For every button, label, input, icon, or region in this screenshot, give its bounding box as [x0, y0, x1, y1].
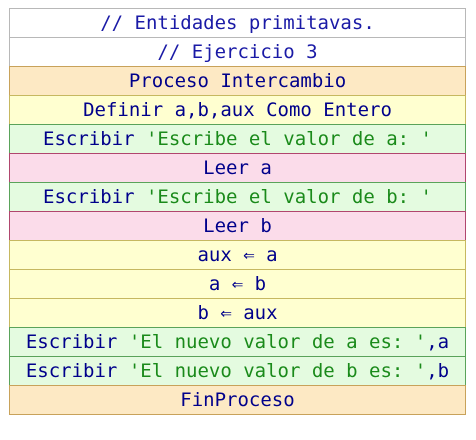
assign-block: a ⇐ b: [9, 269, 466, 299]
assign-lhs: b: [197, 302, 221, 324]
assign-block: b ⇐ aux: [9, 298, 466, 328]
comment-line: // Entidades primitavas.: [9, 8, 466, 38]
definir-block: Definir a,b,aux Como Entero: [9, 95, 466, 125]
escribir-keyword: Escribir: [25, 360, 129, 382]
assign-arrow-icon: ⇐: [231, 273, 244, 295]
assign-rhs: aux: [231, 302, 278, 324]
leer-block: Leer a: [9, 153, 466, 183]
escribir-block: Escribir 'Escribe el valor de a: ': [9, 124, 466, 154]
assign-block: aux ⇐ a: [9, 240, 466, 270]
pseudocode-flow-diagram: // Entidades primitavas. // Ejercicio 3 …: [9, 8, 466, 415]
assign-arrow-icon: ⇐: [220, 302, 232, 324]
escribir-string: 'Escribe el valor de b: ': [145, 186, 432, 208]
leer-block: Leer b: [9, 211, 466, 241]
assign-rhs: a: [254, 244, 278, 266]
assign-lhs: a: [208, 273, 232, 295]
escribir-tail: ,b: [426, 360, 450, 382]
escribir-string: 'El nuevo valor de a es: ': [128, 331, 427, 353]
escribir-block: Escribir 'Escribe el valor de b: ': [9, 182, 466, 212]
escribir-keyword: Escribir: [25, 331, 129, 353]
escribir-string: 'Escribe el valor de a: ': [145, 128, 432, 150]
escribir-tail: ,a: [426, 331, 450, 353]
finproceso-block: FinProceso: [9, 385, 466, 415]
escribir-keyword: Escribir: [43, 128, 146, 150]
assign-arrow-icon: ⇐: [243, 244, 255, 266]
escribir-block: Escribir 'El nuevo valor de a es: ',a: [9, 327, 466, 357]
escribir-block: Escribir 'El nuevo valor de b es: ',b: [9, 356, 466, 386]
proceso-block: Proceso Intercambio: [9, 66, 466, 96]
assign-lhs: aux: [197, 244, 244, 266]
escribir-string: 'El nuevo valor de b es: ': [128, 360, 427, 382]
assign-rhs: b: [243, 273, 267, 295]
comment-line: // Ejercicio 3: [9, 37, 466, 67]
escribir-keyword: Escribir: [43, 186, 146, 208]
